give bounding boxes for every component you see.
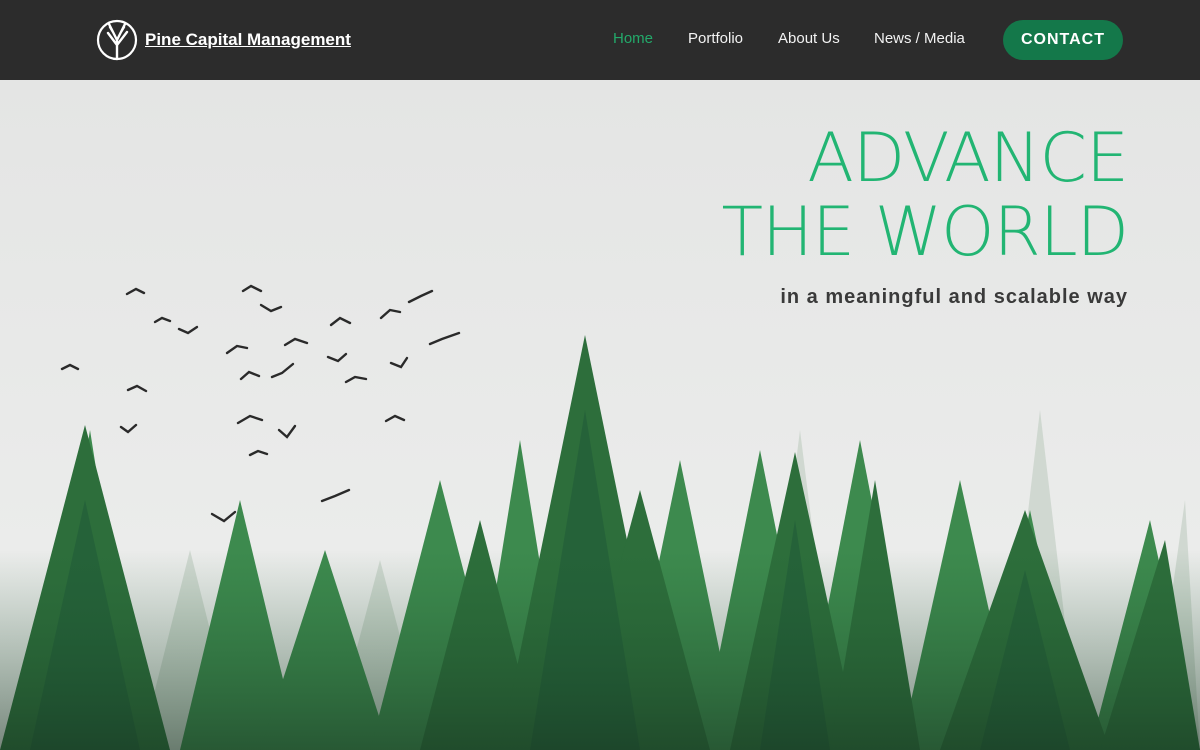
- nav-news-media[interactable]: News / Media: [874, 30, 965, 48]
- nav-home[interactable]: Home: [613, 30, 653, 48]
- hero-headline: ADVANCE THE WORLD: [721, 119, 1129, 272]
- brand-link[interactable]: Pine Capital Management: [96, 19, 351, 61]
- hero-section: ADVANCE THE WORLD in a meaningful and sc…: [0, 80, 1200, 750]
- nav-portfolio[interactable]: Portfolio: [688, 30, 743, 48]
- headline-line-1: ADVANCE: [807, 119, 1129, 198]
- nav-about-us[interactable]: About Us: [778, 30, 840, 48]
- pine-branch-logo-icon: [96, 19, 138, 61]
- page: Pine Capital Management Home Portfolio A…: [0, 0, 1200, 750]
- contact-button[interactable]: CONTACT: [1003, 20, 1123, 60]
- headline-line-2: THE WORLD: [721, 193, 1129, 272]
- site-header: Pine Capital Management Home Portfolio A…: [0, 0, 1200, 80]
- hero-tagline: in a meaningful and scalable way: [780, 286, 1128, 308]
- brand-name[interactable]: Pine Capital Management: [145, 30, 351, 50]
